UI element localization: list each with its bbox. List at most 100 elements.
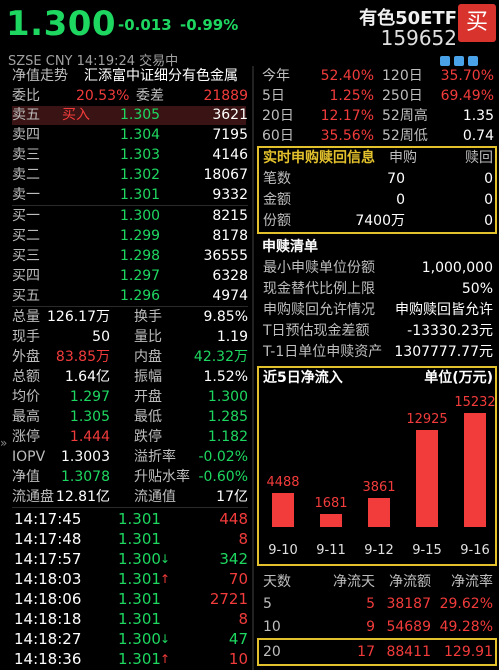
stat-value: 17亿 (216, 489, 248, 505)
bid-row[interactable]: 买一 1.300 8215 (12, 207, 248, 226)
stats-row: 净值 1.3078 升贴水率 -0.60% (12, 468, 248, 487)
ask-price: 1.305 (120, 107, 161, 123)
perf-label: 今年 (262, 68, 290, 84)
tick-row[interactable]: 14:18:27 1.300 ↓ 47 (14, 630, 248, 649)
perf-value: 35.70% (440, 68, 494, 84)
stat-label: 量比 (134, 329, 162, 345)
flow-days: 5 (263, 596, 272, 612)
up-arrow-icon: ↑ (160, 652, 171, 666)
ask-row[interactable]: 卖五 买入 1.305 3621 (12, 106, 248, 125)
tick-row[interactable]: 14:17:45 1.301 448 (14, 510, 248, 529)
weibi-label: 委比 (12, 88, 40, 104)
ask-volume: 9332 (212, 187, 248, 203)
redemption-title-row: 申赎清单 (262, 238, 492, 257)
flow-chart-header: 近5日净流入 单位(万元) (263, 369, 493, 388)
ask-row[interactable]: 卖二 1.302 18067 (12, 166, 248, 185)
flow-table-header: 天数 净流天 净流额 净流率 (263, 573, 493, 592)
bid-row[interactable]: 买三 1.298 36555 (12, 247, 248, 266)
ask-row[interactable]: 卖一 1.301 9332 (12, 186, 248, 205)
redemption-row: 申购赎回允许情况 申购赎回皆允许 (263, 301, 493, 320)
tick-price: 1.301 (118, 590, 161, 608)
tick-price: 1.301 (118, 610, 161, 628)
perf-row: 今年 52.40% 120日 35.70% (262, 67, 494, 86)
perf-value: 35.56% (320, 128, 374, 144)
ask-row[interactable]: 卖三 1.303 4146 (12, 146, 248, 165)
ask-volume: 3621 (212, 107, 248, 123)
bid-price: 1.296 (120, 288, 161, 304)
flow-table-row: 5 5 38187 29.62% (263, 595, 493, 614)
redemption-value: 1,000,000 (421, 260, 493, 276)
realtime-row: 笔数 70 0 (263, 170, 493, 189)
stat-value: 9.85% (203, 309, 248, 325)
stat-label: 跌停 (134, 429, 162, 445)
stats-row: IOPV 1.3003 溢折率 -0.02% (12, 448, 248, 467)
stats-row: 总量 126.17万 换手 9.85% (12, 308, 248, 327)
tick-volume: 342 (219, 550, 248, 568)
tick-row[interactable]: 14:17:48 1.301 8 (14, 530, 248, 549)
stat-value: 1.285 (207, 409, 248, 425)
stat-label: 最高 (12, 409, 40, 425)
stat-value: 1.3078 (61, 469, 110, 485)
bid-price: 1.300 (120, 208, 161, 224)
bid-row[interactable]: 买五 1.296 4974 (12, 287, 248, 306)
tick-row[interactable]: 14:17:57 1.300 ↓ 342 (14, 550, 248, 569)
realtime-subscribe-value: 70 (387, 171, 405, 187)
stat-label: 振幅 (134, 369, 162, 385)
perf-row: 5日 1.25% 250日 69.49% (262, 87, 494, 106)
weicha-label: 委差 (136, 88, 164, 104)
realtime-subscribe-value: 0 (396, 192, 405, 208)
stat-label: 内盘 (134, 349, 162, 365)
redemption-value: -13330.23元 (407, 323, 493, 339)
down-arrow-icon: ↓ (160, 632, 171, 646)
index-row[interactable]: 净值走势 汇添富中证细分有色金属 (12, 67, 248, 86)
chart-bar (464, 412, 486, 527)
stats-row: 现手 50 量比 1.19 (12, 328, 248, 347)
redemption-row: 最小申赎单位份额 1,000,000 (263, 259, 493, 278)
ask-row[interactable]: 卖四 1.304 7195 (12, 126, 248, 145)
column-divider (252, 66, 254, 670)
stat-value: 1.3003 (61, 449, 110, 465)
stat-value: 1.64亿 (64, 369, 110, 385)
ask-price: 1.304 (120, 127, 161, 143)
redemption-value: 1307777.77元 (394, 344, 493, 360)
chart-value-label: 15232 (454, 394, 496, 410)
tick-row[interactable]: 14:18:36 1.301 ↑ 10 (14, 650, 248, 669)
perf-label: 120日 (382, 68, 423, 84)
stat-label: 涨停 (12, 429, 40, 445)
expand-arrow-icon[interactable]: » (0, 436, 7, 450)
chart-icon[interactable] (454, 56, 464, 66)
edit-icon[interactable] (440, 56, 450, 66)
stat-label: IOPV (12, 449, 46, 465)
flow-table-header-cell: 天数 (263, 574, 291, 590)
bid-label: 买三 (12, 248, 40, 264)
bid-volume: 8178 (212, 228, 248, 244)
perf-value: 69.49% (440, 88, 494, 104)
tick-row[interactable]: 14:18:03 1.301 ↑ 70 (14, 570, 248, 589)
stat-label: 现手 (12, 329, 40, 345)
tick-price: 1.301 (118, 530, 161, 548)
bid-volume: 4974 (212, 288, 248, 304)
tick-price: 1.300 (118, 550, 161, 568)
settings-icon[interactable] (468, 56, 478, 66)
bid-row[interactable]: 买二 1.299 8178 (12, 227, 248, 246)
tick-price: 1.301 (118, 570, 161, 588)
perf-value: 52.40% (320, 68, 374, 84)
weibi-row: 委比 20.53% 委差 21889 (12, 87, 248, 106)
ticks-divider (12, 507, 248, 508)
perf-value: 1.25% (329, 88, 374, 104)
tick-volume: 70 (228, 570, 248, 588)
stat-value: 50 (92, 329, 110, 345)
stat-label: 净值 (12, 469, 40, 485)
bid-volume: 6328 (212, 268, 248, 284)
realtime-redeem-value: 0 (484, 192, 493, 208)
buy-button[interactable]: 买 (458, 4, 496, 42)
redemption-label: T日预估现金差额 (263, 323, 370, 339)
tick-row[interactable]: 14:18:18 1.301 8 (14, 610, 248, 629)
redemption-row: T日预估现金差额 -13330.23元 (263, 322, 493, 341)
stat-label: 总量 (12, 309, 40, 325)
tick-row[interactable]: 14:18:06 1.301 2721 (14, 590, 248, 609)
stat-value: 1.305 (69, 409, 110, 425)
perf-value: 12.17% (320, 108, 374, 124)
bid-volume: 8215 (212, 208, 248, 224)
bid-row[interactable]: 买四 1.297 6328 (12, 267, 248, 286)
